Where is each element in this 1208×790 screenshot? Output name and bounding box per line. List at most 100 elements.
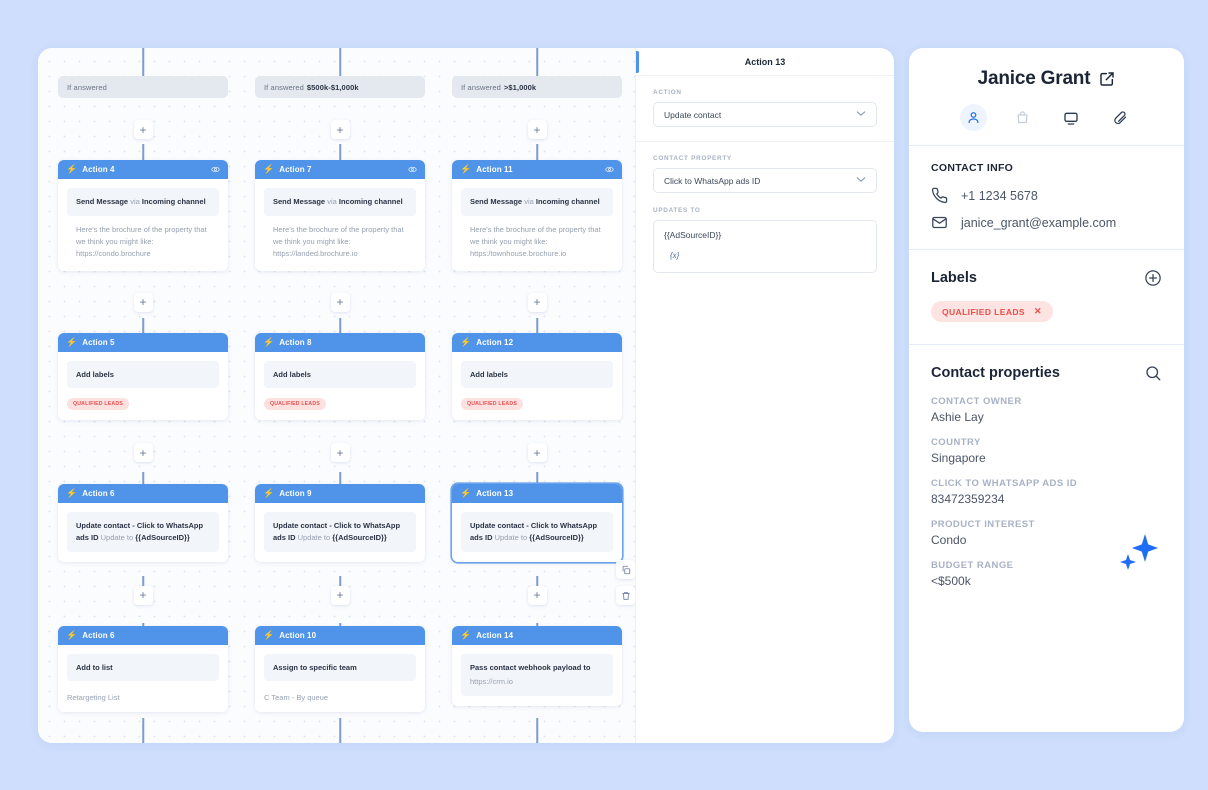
action-card-body: Update contact - Click to WhatsApp ads I… <box>255 503 425 561</box>
property-key: COUNTRY <box>931 437 981 448</box>
eye-icon[interactable] <box>408 165 417 174</box>
workflow-column: If answered >$1,000k + ⚡ Action 11 Send … <box>452 48 622 706</box>
action-card-body: Assign to specific team C Team - By queu… <box>255 645 425 713</box>
add-step-button[interactable]: + <box>133 585 153 605</box>
monitor-icon[interactable] <box>1058 104 1085 131</box>
connector-line <box>536 718 538 743</box>
contact-property: COUNTRY Singapore <box>931 437 1162 465</box>
delete-icon[interactable] <box>616 586 635 605</box>
labels-heading: Labels <box>931 270 977 286</box>
action-channel: Incoming channel <box>141 197 206 206</box>
action-card[interactable]: ⚡ Action 10 Assign to specific team C Te… <box>255 625 425 713</box>
external-link-icon[interactable] <box>1099 71 1115 87</box>
add-step-button[interactable]: + <box>330 292 350 312</box>
action-card-header: ⚡ Action 14 <box>452 625 622 645</box>
contact-email: janice_grant@example.com <box>961 215 1117 230</box>
action-card-header: ⚡ Action 10 <box>255 625 425 645</box>
labels-section: Labels QUALIFIED LEADS ✕ <box>909 250 1184 345</box>
contact-phone: +1 1234 5678 <box>961 188 1038 203</box>
action-card[interactable]: ⚡ Action 14 Pass contact webhook payload… <box>452 625 622 706</box>
contact-email-row: janice_grant@example.com <box>931 214 1162 231</box>
add-step-button[interactable]: + <box>527 120 547 139</box>
action-card-header: ⚡ Action 4 <box>58 160 228 179</box>
action-subtext: C Team - By queue <box>264 693 329 703</box>
update-value: {{AdSourceID}} <box>332 532 387 542</box>
updates-to-input[interactable]: {{AdSourceID}} {x} <box>653 220 877 273</box>
action-summary: Assign to specific team <box>264 653 416 682</box>
action-summary: Add labels <box>461 360 613 389</box>
action-card-title: Action 13 <box>476 489 514 499</box>
action-summary: Add to list <box>67 653 219 682</box>
condition-pill[interactable]: If answered >$1,000k <box>452 76 622 98</box>
workflow-canvas[interactable]: If answered + ⚡ Action 4 Send Message vi… <box>38 48 635 743</box>
action-card-selected[interactable]: ⚡ Action 13 Update contact - Click to Wh… <box>452 484 622 562</box>
condition-pill[interactable]: If answered <box>58 76 228 98</box>
workflow-column: If answered + ⚡ Action 4 Send Message vi… <box>58 48 228 713</box>
search-icon[interactable] <box>1144 364 1162 382</box>
label-chip-text: QUALIFIED LEADS <box>942 306 1025 317</box>
connector-line <box>142 718 144 743</box>
add-step-button[interactable]: + <box>527 443 547 463</box>
chevron-down-icon <box>856 176 866 185</box>
duplicate-icon[interactable] <box>616 560 635 579</box>
contact-tab[interactable] <box>959 104 987 131</box>
action-summary: Send Message via Incoming channel <box>67 188 219 216</box>
contact-property: CLICK TO WHATSAPP ADS ID 83472359234 <box>931 478 1162 506</box>
add-step-button[interactable]: + <box>330 120 350 139</box>
contact-tabs <box>931 104 1162 131</box>
bolt-icon: ⚡ <box>460 629 472 640</box>
envelope-icon <box>931 214 948 231</box>
bolt-icon: ⚡ <box>263 488 275 499</box>
shopping-bag-icon[interactable] <box>1009 104 1036 131</box>
action-card-body: Update contact - Click to WhatsApp ads I… <box>58 503 228 561</box>
condition-pill[interactable]: If answered $500k-$1,000k <box>255 76 425 98</box>
bolt-icon: ⚡ <box>460 164 472 174</box>
label-tag: QUALIFIED LEADS <box>461 398 523 411</box>
webhook-title: Pass contact webhook payload to <box>470 662 591 672</box>
add-step-button[interactable]: + <box>330 585 350 605</box>
contact-property-select[interactable]: Click to WhatsApp ads ID <box>653 168 877 193</box>
bolt-icon: ⚡ <box>66 164 78 174</box>
action-card[interactable]: ⚡ Action 4 Send Message via Incoming cha… <box>58 160 228 271</box>
condition-prefix: If answered <box>264 82 304 92</box>
condition-prefix: If answered <box>67 82 107 92</box>
action-card-title: Action 6 <box>82 630 115 640</box>
paperclip-icon[interactable] <box>1107 104 1134 131</box>
action-card[interactable]: ⚡ Action 6 Add to list Retargeting List <box>58 625 228 713</box>
action-card[interactable]: ⚡ Action 7 Send Message via Incoming cha… <box>255 160 425 271</box>
label-chip[interactable]: QUALIFIED LEADS ✕ <box>931 301 1053 322</box>
add-step-button[interactable]: + <box>527 292 547 312</box>
eye-icon[interactable] <box>605 165 614 174</box>
action-summary: Add labels <box>67 360 219 389</box>
add-step-button[interactable]: + <box>527 585 547 605</box>
property-value: Ashie Lay <box>931 410 984 424</box>
action-card-title: Action 11 <box>476 165 513 174</box>
condition-prefix: If answered <box>461 82 501 92</box>
add-step-button[interactable]: + <box>133 443 153 463</box>
plus-circle-icon[interactable] <box>1144 269 1162 287</box>
add-step-button[interactable]: + <box>330 443 350 463</box>
variable-token-icon[interactable]: {x} <box>664 251 866 260</box>
action-card[interactable]: ⚡ Action 6 Update contact - Click to Wha… <box>58 484 228 562</box>
add-step-button[interactable]: + <box>133 292 153 312</box>
action-card-header: ⚡ Action 5 <box>58 332 228 352</box>
action-card-title: Action 9 <box>279 489 312 499</box>
action-select[interactable]: Update contact <box>653 102 877 127</box>
action-connector-word: via <box>524 197 534 206</box>
action-card[interactable]: ⚡ Action 8 Add labels QUALIFIED LEADS <box>255 332 425 421</box>
property-key: PRODUCT INTEREST <box>931 519 1035 530</box>
eye-icon[interactable] <box>211 165 220 174</box>
action-card[interactable]: ⚡ Action 5 Add labels QUALIFIED LEADS <box>58 332 228 421</box>
action-card-title: Action 5 <box>82 337 115 347</box>
action-field-group: ACTION Update contact <box>636 76 894 142</box>
action-card[interactable]: ⚡ Action 12 Add labels QUALIFIED LEADS <box>452 332 622 421</box>
close-icon[interactable]: ✕ <box>1034 306 1042 317</box>
add-step-button[interactable]: + <box>133 120 153 139</box>
action-channel: Incoming channel <box>535 197 600 206</box>
updates-to-label: UPDATES TO <box>653 207 701 214</box>
action-card[interactable]: ⚡ Action 9 Update contact - Click to Wha… <box>255 484 425 562</box>
sparkle-icon <box>1115 530 1161 581</box>
action-card[interactable]: ⚡ Action 11 Send Message via Incoming ch… <box>452 160 622 271</box>
bolt-icon: ⚡ <box>66 629 78 640</box>
action-card-header: ⚡ Action 6 <box>58 625 228 645</box>
